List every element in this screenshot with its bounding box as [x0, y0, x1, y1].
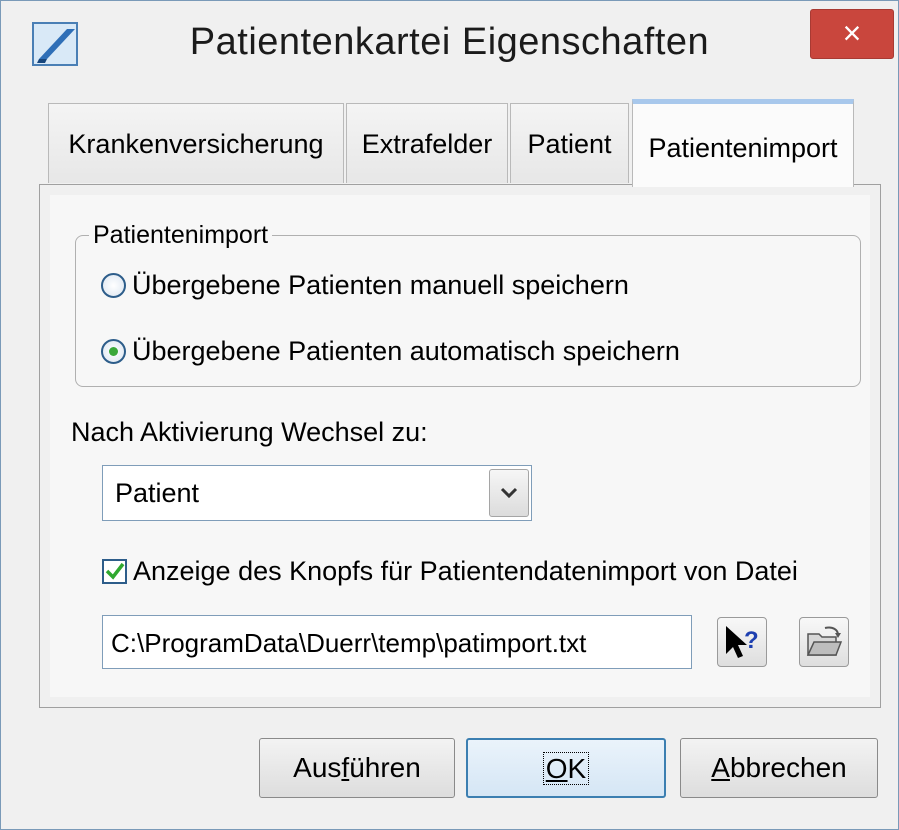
radio-automatic-save[interactable]: Übergebene Patienten automatisch speiche…: [101, 331, 680, 371]
chevron-down-icon: [500, 487, 518, 499]
dropdown-button[interactable]: [489, 469, 529, 517]
button-label: Ausführen: [293, 752, 421, 783]
button-label: Abbrechen: [711, 752, 847, 783]
whats-this-help-icon: ?: [726, 626, 759, 658]
button-label: OK: [542, 752, 590, 785]
tab-label: Extrafelder: [361, 129, 493, 159]
show-import-button-checkbox[interactable]: Anzeige des Knopfs für Patientendatenimp…: [102, 551, 798, 591]
checkmark-icon: [105, 562, 124, 580]
tab-label: Patientenimport: [648, 133, 838, 163]
radio-button[interactable]: [101, 272, 126, 298]
tab-krankenversicherung[interactable]: Krankenversicherung: [48, 103, 344, 183]
radio-button-selected[interactable]: [101, 338, 126, 364]
title-bar[interactable]: Patientenkartei Eigenschaften ×: [1, 1, 898, 97]
apply-button[interactable]: Ausführen: [259, 738, 455, 798]
open-folder-icon: [806, 626, 843, 656]
select-value: Patient: [115, 478, 200, 508]
window-title: Patientenkartei Eigenschaften: [189, 21, 710, 63]
tab-label: Patient: [527, 129, 612, 159]
ok-button[interactable]: OK: [466, 738, 666, 798]
svg-text:?: ?: [744, 627, 759, 654]
field-value: C:\ProgramData\Duerr\temp\patimport.txt: [111, 628, 587, 658]
switch-to-label: Nach Aktivierung Wechsel zu:: [71, 417, 428, 447]
radio-label: Übergebene Patienten automatisch speiche…: [132, 335, 680, 366]
whats-this-help-button[interactable]: ?: [717, 617, 767, 667]
tab-patientenimport[interactable]: Patientenimport: [632, 99, 854, 187]
switch-to-select[interactable]: Patient: [102, 465, 532, 521]
import-file-path-field[interactable]: C:\ProgramData\Duerr\temp\patimport.txt: [102, 615, 692, 669]
close-icon: ×: [842, 15, 862, 51]
cancel-button[interactable]: Abbrechen: [680, 738, 878, 798]
radio-label: Übergebene Patienten manuell speichern: [132, 269, 629, 300]
groupbox-legend: Patientenimport: [89, 221, 273, 250]
checkbox-label: Anzeige des Knopfs für Patientendatenimp…: [133, 555, 798, 586]
tab-patient[interactable]: Patient: [510, 103, 629, 183]
close-button[interactable]: ×: [810, 9, 894, 59]
browse-file-button[interactable]: [799, 617, 849, 667]
properties-dialog: Patientenkartei Eigenschaften × Krankenv…: [0, 0, 899, 830]
tab-label: Krankenversicherung: [68, 129, 324, 159]
tab-extrafelder[interactable]: Extrafelder: [346, 103, 508, 183]
checkbox[interactable]: [102, 558, 127, 584]
radio-manual-save[interactable]: Übergebene Patienten manuell speichern: [101, 265, 629, 305]
